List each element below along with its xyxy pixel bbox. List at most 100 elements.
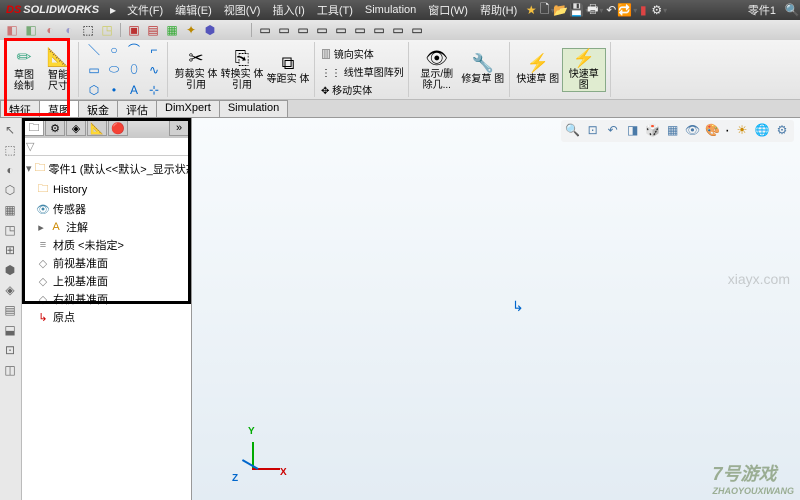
tool-icon[interactable]: ⊞ — [2, 242, 18, 258]
qat-icon[interactable]: ▭ — [295, 22, 311, 38]
fm-tab-display[interactable]: 🔴 — [108, 120, 128, 136]
circle-icon[interactable]: ○ — [105, 41, 123, 59]
move-button[interactable]: ✥ 移动实体 — [321, 82, 372, 97]
menu-help[interactable]: 帮助(H) — [474, 2, 523, 18]
arc-icon[interactable]: ⌒ — [125, 41, 143, 59]
sketch-button[interactable]: ✏草图 绘制 — [8, 43, 40, 97]
rebuild-icon[interactable]: 🔁▾ — [619, 2, 635, 18]
view-orient-icon[interactable]: 🎲 — [645, 122, 661, 138]
ellipse-icon[interactable]: ⬯ — [125, 61, 143, 79]
offset-button[interactable]: ⧉等距实 体 — [266, 54, 310, 85]
slot-icon[interactable]: ⬭ — [105, 61, 123, 79]
qat-icon[interactable]: ▣ — [126, 22, 142, 38]
zoom-fit-icon[interactable]: 🔍 — [565, 122, 581, 138]
menu-simulation[interactable]: Simulation — [359, 4, 422, 16]
appearance-icon[interactable]: 🎨 — [705, 122, 721, 138]
fm-filter[interactable]: ▽ — [22, 138, 191, 156]
qat-icon[interactable]: ▦ — [164, 22, 180, 38]
qat-icon[interactable]: ▭ — [371, 22, 387, 38]
qat-icon[interactable]: ▭ — [390, 22, 406, 38]
mirror-button[interactable]: ▥ 镜向实体 — [321, 46, 374, 61]
polygon-icon[interactable]: ⬡ — [85, 81, 103, 99]
tab-sketch[interactable]: 草图 — [39, 100, 79, 117]
menu-tools[interactable]: 工具(T) — [311, 2, 359, 18]
tool-icon[interactable]: ◐ — [2, 162, 18, 178]
dropdown-icon[interactable]: ▸ — [105, 2, 121, 18]
tree-history[interactable]: 🗀History — [22, 179, 191, 200]
save-icon[interactable]: 💾▾ — [571, 2, 587, 18]
tool-icon[interactable]: ⬓ — [2, 322, 18, 338]
display-delete-button[interactable]: 👁显示/删 除几... — [415, 49, 459, 91]
tab-dimxpert[interactable]: DimXpert — [156, 100, 220, 117]
tree-front-plane[interactable]: ◇前视基准面 — [22, 254, 191, 272]
centerline-icon[interactable]: ⊹ — [145, 81, 163, 99]
section-icon[interactable]: ◨ — [625, 122, 641, 138]
qat-icon[interactable]: ▭ — [314, 22, 330, 38]
orientation-triad[interactable]: Y X Z — [232, 430, 282, 480]
tool-icon[interactable]: ◳ — [2, 222, 18, 238]
smart-dimension-button[interactable]: 📐智能 尺寸 — [42, 43, 74, 97]
tree-material[interactable]: ≡材质 <未指定> — [22, 236, 191, 254]
options-icon[interactable]: ▮ — [635, 2, 651, 18]
display-style-icon[interactable]: ▦ — [665, 122, 681, 138]
tool-icon[interactable]: ◈ — [2, 282, 18, 298]
fillet-icon[interactable]: ⌐ — [145, 41, 163, 59]
qat-icon[interactable]: ◐ — [42, 22, 58, 38]
tool-icon[interactable]: ⬡ — [2, 182, 18, 198]
rect-icon[interactable]: ▭ — [85, 61, 103, 79]
trim-button[interactable]: ✂剪裁实 体引用 — [174, 49, 218, 91]
tree-right-plane[interactable]: ◇右视基准面 — [22, 290, 191, 308]
print-icon[interactable]: 🖶▾ — [587, 2, 603, 18]
tree-root[interactable]: ▾🗀零件1 (默认<<默认>_显示状态 — [22, 158, 191, 179]
menu-insert[interactable]: 插入(I) — [266, 2, 310, 18]
tree-annotations[interactable]: ▸A注解 — [22, 218, 191, 236]
qat-icon[interactable]: ◳ — [99, 22, 115, 38]
qat-icon[interactable]: ▭ — [333, 22, 349, 38]
fm-tab-config[interactable]: ◈ — [66, 120, 86, 136]
hide-show-icon[interactable]: 👁 — [685, 122, 701, 138]
tab-sheetmetal[interactable]: 钣金 — [78, 100, 118, 117]
qat-icon[interactable]: ◧ — [23, 22, 39, 38]
apply-scene-icon[interactable]: 🌐 — [754, 122, 770, 138]
repair-button[interactable]: 🔧修复草 图 — [461, 54, 505, 85]
line-icon[interactable]: ＼ — [85, 41, 103, 59]
rapid-sketch-button[interactable]: ⚡快速草 图 — [516, 54, 560, 85]
tool-icon[interactable]: ⊡ — [2, 342, 18, 358]
settings-icon[interactable]: ⚙▾ — [651, 2, 667, 18]
qat-icon[interactable]: ◐ — [61, 22, 77, 38]
convert-button[interactable]: ⎘转换实 体引用 — [220, 49, 264, 91]
tab-simulation[interactable]: Simulation — [219, 100, 288, 117]
qat-icon[interactable]: ▤ — [145, 22, 161, 38]
qat-icon[interactable]: ▭ — [352, 22, 368, 38]
graphics-viewport[interactable]: 🔍 ⊡ ↶ ◨ 🎲 ▦ 👁 🎨 · ☀ 🌐 ⚙ ↳ Y X Z xiayx.co… — [192, 118, 800, 500]
tree-top-plane[interactable]: ◇上视基准面 — [22, 272, 191, 290]
fm-tab-expand[interactable]: » — [169, 120, 189, 136]
menu-window[interactable]: 窗口(W) — [422, 2, 474, 18]
scene-icon[interactable]: ☀ — [734, 122, 750, 138]
search-icon[interactable]: 🔍 — [784, 2, 800, 18]
qat-icon[interactable]: ⬢ — [202, 22, 218, 38]
tool-icon[interactable]: ⬢ — [2, 262, 18, 278]
qat-icon[interactable]: ✦ — [183, 22, 199, 38]
qat-icon[interactable]: ◧ — [4, 22, 20, 38]
view-settings-icon[interactable]: ⚙ — [774, 122, 790, 138]
qat-icon[interactable]: ▭ — [409, 22, 425, 38]
tab-evaluate[interactable]: 评估 — [117, 100, 157, 117]
qat-icon[interactable]: ▭ — [257, 22, 273, 38]
tool-icon[interactable]: ⬚ — [2, 142, 18, 158]
prev-view-icon[interactable]: ↶ — [605, 122, 621, 138]
select-icon[interactable]: ↖ — [2, 122, 18, 138]
tool-icon[interactable]: ▦ — [2, 202, 18, 218]
text-icon[interactable]: A — [125, 81, 143, 99]
tree-origin[interactable]: ↳原点 — [22, 308, 191, 326]
pattern-button[interactable]: ⋮⋮ 线性草图阵列 — [321, 64, 404, 79]
tab-feature[interactable]: 特征 — [0, 100, 40, 117]
rapid-sketch-button-2[interactable]: ⚡快速草 图 — [562, 48, 606, 92]
menu-file[interactable]: 文件(F) — [121, 2, 169, 18]
point-icon[interactable]: • — [105, 81, 123, 99]
tool-icon[interactable]: ◫ — [2, 362, 18, 378]
menu-view[interactable]: 视图(V) — [218, 2, 267, 18]
menu-edit[interactable]: 编辑(E) — [169, 2, 218, 18]
tool-icon[interactable]: ▤ — [2, 302, 18, 318]
fm-tab-dim[interactable]: 📐 — [87, 120, 107, 136]
